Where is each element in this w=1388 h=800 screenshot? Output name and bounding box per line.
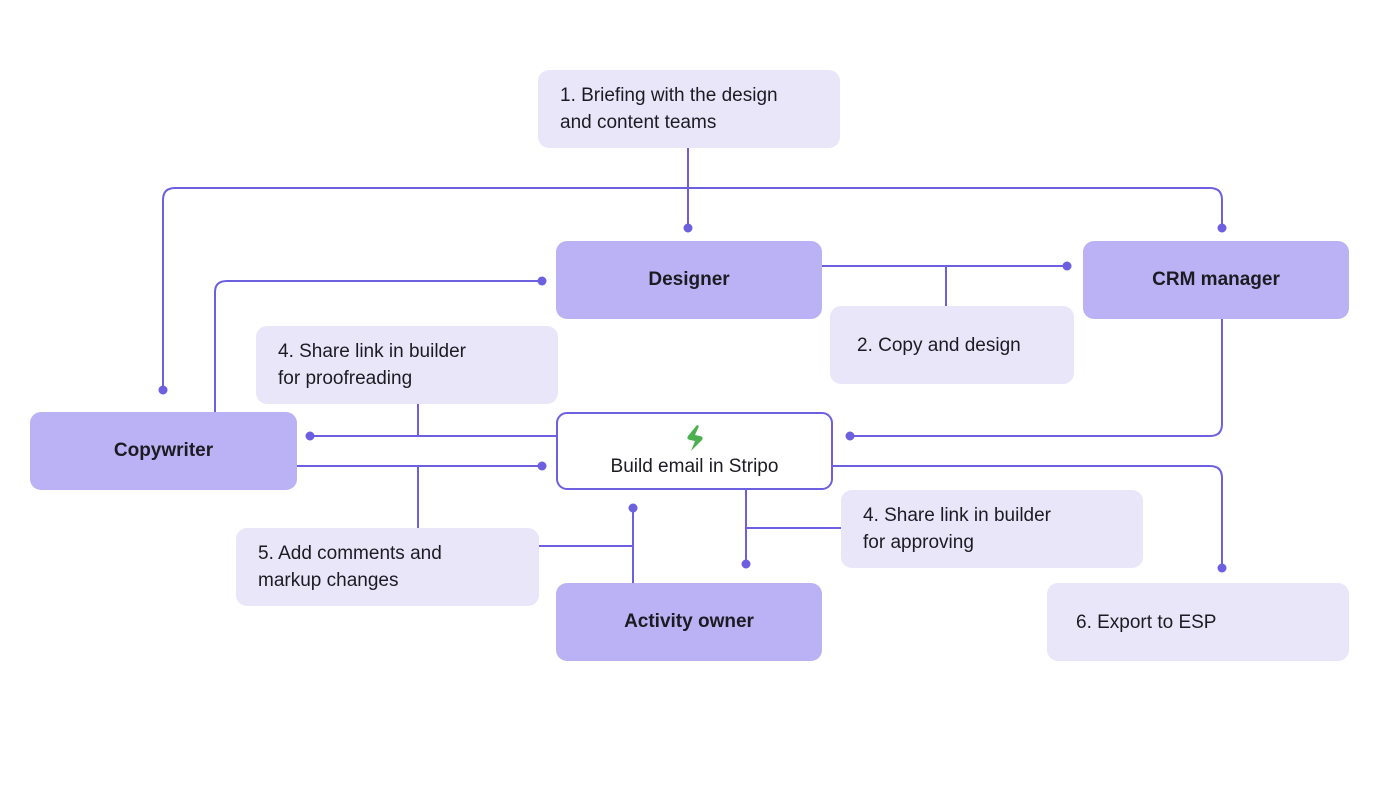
- role-crm-manager-label: CRM manager: [1152, 269, 1280, 290]
- build-email-label: Build email in Stripo: [610, 456, 779, 477]
- step-share-proofreading: 4. Share link in builder for proofreadin…: [256, 326, 558, 404]
- step-copy-design: 2. Copy and design: [830, 306, 1074, 384]
- step-share-approving: 4. Share link in builder for approving: [841, 490, 1143, 568]
- connector-dot: [537, 461, 547, 471]
- step-briefing: 1. Briefing with the design and content …: [538, 70, 840, 148]
- role-activity-owner: Activity owner: [556, 583, 822, 661]
- role-activity-owner-label: Activity owner: [624, 611, 754, 632]
- role-crm-manager: CRM manager: [1083, 241, 1349, 319]
- connector-dot: [845, 431, 855, 441]
- connector-dot: [158, 385, 168, 395]
- role-copywriter-label: Copywriter: [113, 440, 214, 461]
- stripo-logo-icon: [686, 425, 703, 451]
- connector-dot: [1217, 563, 1227, 573]
- step-export: 6. Export to ESP: [1047, 583, 1349, 661]
- step-add-comments-label: 5. Add comments and markup changes: [258, 543, 442, 591]
- step-add-comments: 5. Add comments and markup changes: [236, 528, 539, 606]
- connector-dot: [537, 276, 547, 286]
- build-email-stripo: Build email in Stripo: [556, 412, 833, 490]
- connector-dot: [741, 559, 751, 569]
- connector-dot: [683, 223, 693, 233]
- role-designer: Designer: [556, 241, 822, 319]
- role-designer-label: Designer: [648, 269, 730, 290]
- connector-dot: [1062, 261, 1072, 271]
- step-briefing-label: 1. Briefing with the design and content …: [560, 85, 778, 133]
- step-export-label: 6. Export to ESP: [1076, 611, 1217, 633]
- connector-dot: [1217, 223, 1227, 233]
- connector-dot: [305, 431, 315, 441]
- step-share-approving-label: 4. Share link in builder for approving: [863, 505, 1051, 553]
- step-share-proofreading-label: 4. Share link in builder for proofreadin…: [278, 341, 466, 389]
- role-copywriter: Copywriter: [30, 412, 297, 490]
- connector-briefing-crm: [688, 187, 1223, 228]
- connector-dot: [628, 503, 638, 513]
- step-copy-design-label: 2. Copy and design: [857, 334, 1021, 356]
